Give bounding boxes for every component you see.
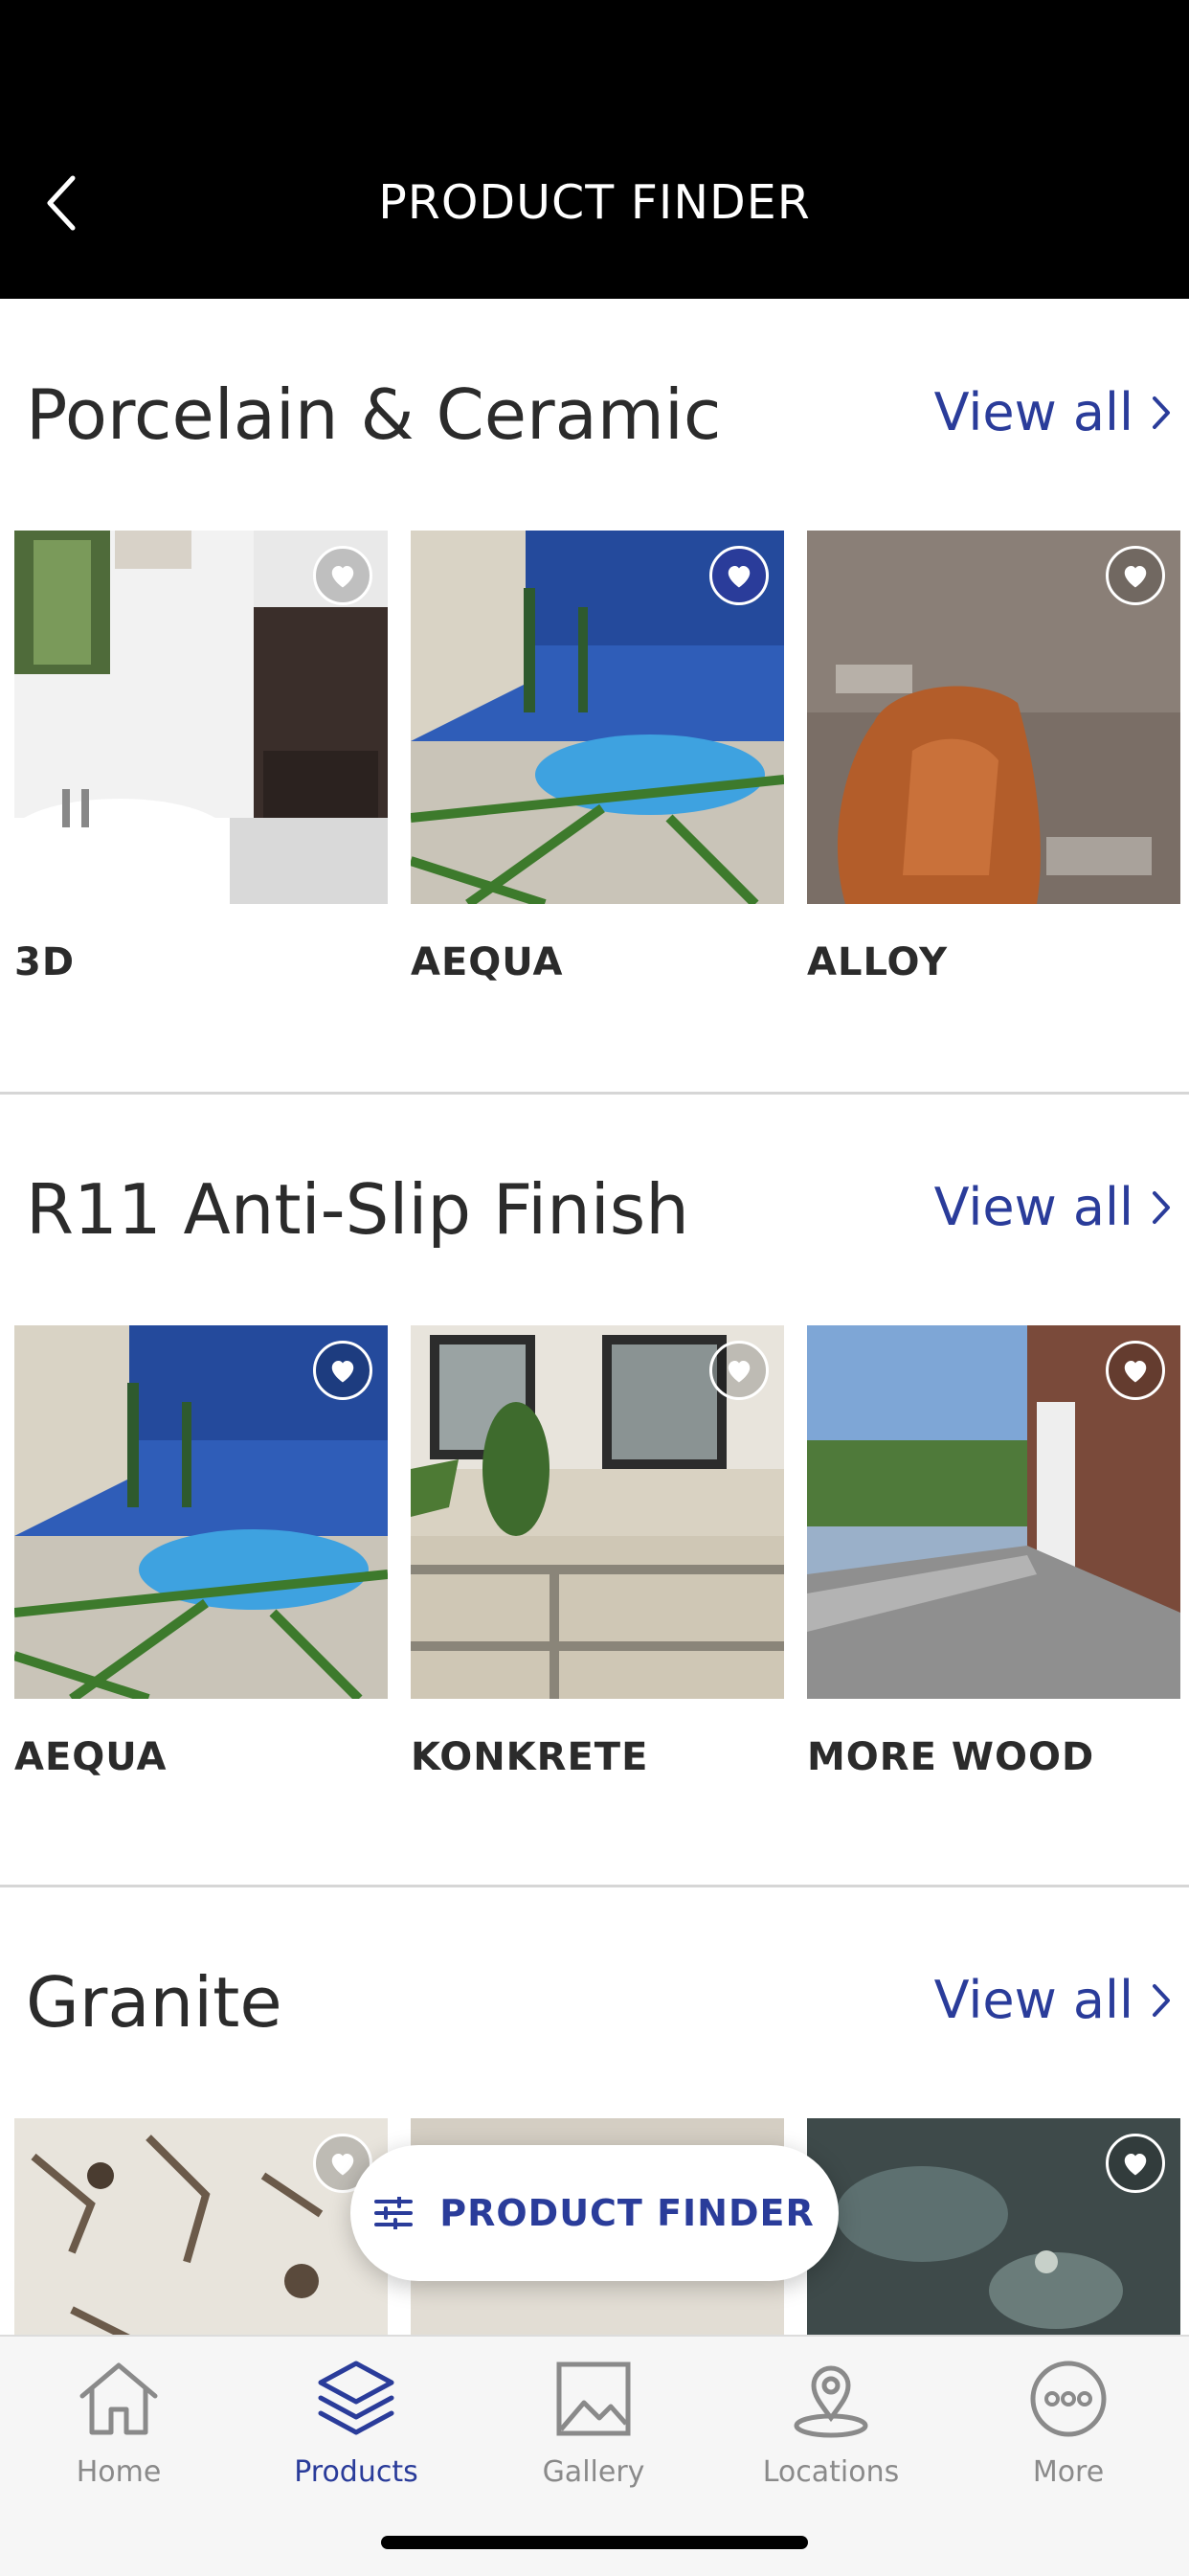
home-icon — [77, 2356, 161, 2442]
product-image — [807, 1325, 1180, 1699]
image-icon — [555, 2356, 632, 2442]
tab-label: Locations — [762, 2455, 900, 2489]
product-image — [411, 531, 784, 904]
product-name: ALLOY — [807, 940, 949, 984]
tab-label: Products — [294, 2455, 418, 2489]
heart-icon — [331, 1361, 354, 1383]
heart-icon — [331, 2154, 354, 2176]
page-title: PRODUCT FINDER — [378, 175, 811, 230]
chevron-right-icon — [1151, 1982, 1172, 2019]
section-title: Porcelain & Ceramic — [26, 374, 722, 455]
product-card[interactable]: MORE WOOD — [807, 1325, 1180, 1804]
tab-label: Home — [76, 2455, 162, 2489]
layers-icon — [317, 2356, 395, 2442]
chevron-right-icon — [1151, 1189, 1172, 1226]
tab-locations[interactable]: Locations — [712, 2356, 950, 2509]
product-name: KONKRETE — [411, 1735, 649, 1779]
product-card[interactable]: ALLOY — [807, 531, 1180, 1009]
view-all-link[interactable]: View all — [934, 1967, 1172, 2034]
favorite-button[interactable] — [1106, 2134, 1165, 2193]
tab-products[interactable]: Products — [237, 2356, 475, 2509]
product-card[interactable]: KONKRETE — [411, 1325, 784, 1804]
favorite-button[interactable] — [1106, 1341, 1165, 1400]
heart-icon — [331, 566, 354, 588]
section-porcelain-ceramic: Porcelain & Ceramic View all 3D AEQUA AL… — [0, 299, 1189, 1095]
view-all-label: View all — [933, 1177, 1133, 1237]
view-all-link[interactable]: View all — [934, 379, 1172, 446]
product-image — [807, 2118, 1180, 2337]
tab-gallery[interactable]: Gallery — [475, 2356, 712, 2509]
favorite-button[interactable] — [709, 546, 769, 605]
location-pin-icon — [791, 2356, 871, 2442]
product-image — [411, 1325, 784, 1699]
section-title: R11 Anti-Slip Finish — [26, 1169, 689, 1250]
product-name: MORE WOOD — [807, 1735, 1095, 1779]
chevron-right-icon — [1151, 395, 1172, 431]
product-name: 3D — [14, 940, 76, 984]
favorite-button[interactable] — [709, 1341, 769, 1400]
product-card[interactable] — [14, 2118, 388, 2337]
tab-label: More — [1032, 2455, 1105, 2489]
view-all-link[interactable]: View all — [934, 1174, 1172, 1241]
tab-label: Gallery — [542, 2455, 645, 2489]
product-card[interactable]: AEQUA — [14, 1325, 388, 1804]
top-bar: PRODUCT FINDER — [0, 0, 1189, 299]
product-name: AEQUA — [14, 1735, 168, 1779]
heart-icon — [1124, 566, 1147, 588]
product-finder-label: PRODUCT FINDER — [439, 2192, 815, 2234]
product-image — [807, 531, 1180, 904]
product-name: AEQUA — [411, 940, 564, 984]
favorite-button[interactable] — [313, 546, 372, 605]
product-finder-button[interactable]: PRODUCT FINDER — [350, 2145, 839, 2281]
more-icon — [1029, 2356, 1108, 2442]
product-card[interactable]: AEQUA — [411, 531, 784, 1009]
product-image — [14, 1325, 388, 1699]
tab-home[interactable]: Home — [0, 2356, 237, 2509]
view-all-label: View all — [933, 382, 1133, 442]
sliders-icon — [374, 2197, 414, 2229]
product-image — [14, 2118, 388, 2337]
section-title: Granite — [26, 1962, 282, 2043]
product-card[interactable]: 3D — [14, 531, 388, 1009]
favorite-button[interactable] — [313, 1341, 372, 1400]
favorite-button[interactable] — [1106, 546, 1165, 605]
view-all-label: View all — [933, 1970, 1133, 2030]
product-image — [14, 531, 388, 904]
heart-icon — [1124, 2154, 1147, 2176]
product-card[interactable] — [807, 2118, 1180, 2337]
heart-icon — [728, 566, 751, 588]
tab-more[interactable]: More — [950, 2356, 1187, 2509]
heart-icon — [1124, 1361, 1147, 1383]
section-r11-anti-slip: R11 Anti-Slip Finish View all AEQUA KONK… — [0, 1094, 1189, 1888]
home-indicator — [381, 2536, 808, 2549]
heart-icon — [728, 1361, 751, 1383]
